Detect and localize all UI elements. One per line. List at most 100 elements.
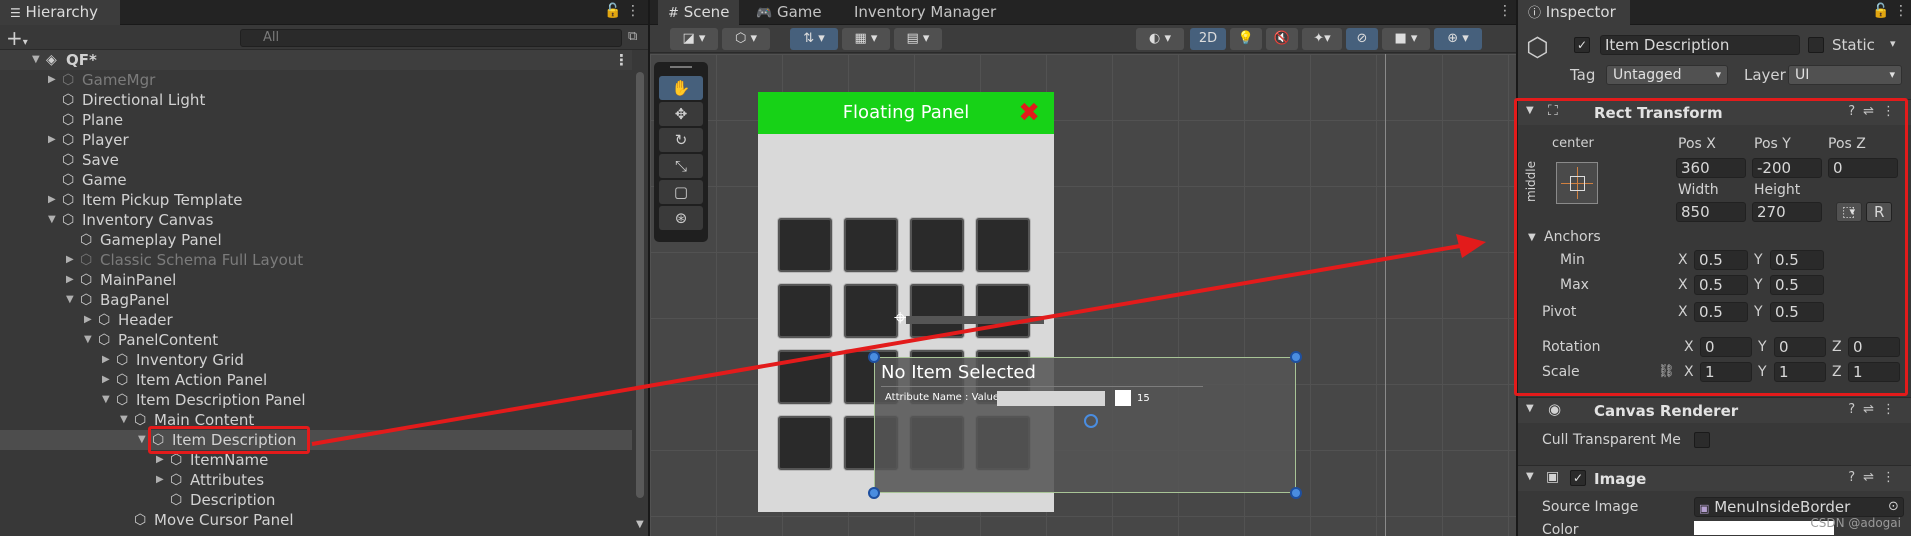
hierarchy-item[interactable]: ▼ ⬡ Item Description xyxy=(0,430,632,450)
hierarchy-item[interactable]: ▶ ⬡ Item Pickup Template xyxy=(0,190,632,210)
scale-z-field[interactable]: 1 xyxy=(1848,362,1900,382)
inventory-slot[interactable] xyxy=(778,350,832,404)
hierarchy-item[interactable]: ▶ ⬡ ItemName xyxy=(0,450,632,470)
lock-icon[interactable]: 🔓 xyxy=(604,3,621,19)
kebab-menu-icon[interactable]: ⋮ xyxy=(614,50,629,70)
inventory-slot[interactable] xyxy=(910,284,964,338)
static-checkbox[interactable] xyxy=(1808,37,1824,53)
help-icon[interactable]: ? xyxy=(1848,104,1863,119)
hierarchy-item[interactable]: ⬡ Game xyxy=(0,170,632,190)
tab-inventory-manager[interactable]: Inventory Manager xyxy=(844,0,1006,25)
move-tool-button[interactable]: ✥ xyxy=(659,102,703,126)
tab-hierarchy[interactable]: ☰ Hierarchy xyxy=(0,0,120,25)
lock-icon[interactable]: 🔓 xyxy=(1872,3,1889,19)
hierarchy-item[interactable]: ⬡ Plane xyxy=(0,110,632,130)
rect-tool-button[interactable]: ▢ xyxy=(659,180,703,204)
inventory-slot[interactable] xyxy=(976,284,1030,338)
inventory-slot[interactable] xyxy=(910,218,964,272)
pivot-gizmo-icon[interactable]: ⌖ xyxy=(894,306,906,331)
increment-snap-dropdown[interactable]: ▤ ▾ xyxy=(894,28,942,50)
rot-y-field[interactable]: 0 xyxy=(1774,337,1826,357)
component-actions[interactable]: ?⇌⋮ xyxy=(1848,104,1903,119)
scale-y-field[interactable]: 1 xyxy=(1774,362,1826,382)
min-x-field[interactable]: 0.5 xyxy=(1694,250,1748,270)
hierarchy-item[interactable]: ▶ ⬡ Item Action Panel xyxy=(0,370,632,390)
pos-x-field[interactable]: 360 xyxy=(1676,158,1746,178)
pivot-y-field[interactable]: 0.5 xyxy=(1770,302,1824,322)
gizmos-dropdown[interactable]: ⊕ ▾ xyxy=(1434,28,1482,50)
tag-dropdown[interactable]: Untagged xyxy=(1606,65,1728,85)
transform-tool-button[interactable]: ⊛ xyxy=(659,206,703,230)
pivot-handle[interactable] xyxy=(1084,414,1098,428)
grid-snap-dropdown[interactable]: ▦ ▾ xyxy=(842,28,890,50)
render-mode-dropdown[interactable]: ⬡ ▾ xyxy=(722,28,770,50)
scale-x-field[interactable]: 1 xyxy=(1700,362,1752,382)
help-icon[interactable]: ? xyxy=(1848,402,1863,417)
max-y-field[interactable]: 0.5 xyxy=(1770,275,1824,295)
kebab-menu-icon[interactable]: ⋮ xyxy=(1882,104,1903,119)
expanded-arrow-icon[interactable]: ▼ xyxy=(102,390,110,410)
inventory-slot[interactable] xyxy=(844,284,898,338)
collapsed-arrow-icon[interactable]: ▶ xyxy=(66,270,74,290)
hierarchy-search-input[interactable]: All xyxy=(240,29,622,47)
hierarchy-scrollbar[interactable] xyxy=(636,72,644,498)
hierarchy-item[interactable]: ⬡ Move Cursor Panel xyxy=(0,510,632,530)
kebab-menu-icon[interactable]: ⋮ xyxy=(1894,3,1908,19)
collapsed-arrow-icon[interactable]: ▶ xyxy=(48,70,56,90)
rect-handle-bottom-right[interactable] xyxy=(1290,487,1302,499)
object-picker-icon[interactable]: ⊙ xyxy=(1888,499,1899,514)
preset-icon[interactable]: ⇌ xyxy=(1863,402,1882,417)
source-image-field[interactable]: ▣ MenuInsideBorder xyxy=(1694,497,1904,517)
scroll-down-icon[interactable]: ▼ xyxy=(636,519,644,530)
preset-icon[interactable]: ⇌ xyxy=(1863,470,1882,485)
inventory-slot[interactable] xyxy=(778,284,832,338)
expanded-arrow-icon[interactable]: ▼ xyxy=(66,290,74,310)
hierarchy-item[interactable]: ▶ ⬡ Attributes xyxy=(0,470,632,490)
blueprint-mode-button[interactable]: ⬚ xyxy=(1836,202,1862,222)
anchor-presets-button[interactable] xyxy=(1556,162,1598,204)
hierarchy-item[interactable]: ▼ ⬡ Item Description Panel xyxy=(0,390,632,410)
tab-scene[interactable]: # Scene xyxy=(658,0,740,25)
collapsed-arrow-icon[interactable]: ▶ xyxy=(48,130,56,150)
foldout-arrow-icon[interactable]: ▼ xyxy=(1526,403,1534,414)
tab-game[interactable]: 🎮 Game xyxy=(746,0,832,25)
rot-x-field[interactable]: 0 xyxy=(1700,337,1752,357)
collapsed-arrow-icon[interactable]: ▶ xyxy=(156,450,164,470)
2d-mode-toggle[interactable]: 2D xyxy=(1190,28,1226,50)
collapsed-arrow-icon[interactable]: ▶ xyxy=(102,370,110,390)
draw-mode-dropdown[interactable]: ◪ ▾ xyxy=(670,28,718,50)
canvas-renderer-header[interactable]: ▼ ◉ Canvas Renderer ?⇌⋮ xyxy=(1518,397,1911,423)
expanded-arrow-icon[interactable]: ▼ xyxy=(138,430,146,450)
tab-inspector[interactable]: ⓘ Inspector xyxy=(1518,0,1630,25)
hierarchy-item[interactable]: ▶ ⬡ MainPanel xyxy=(0,270,632,290)
hierarchy-item[interactable]: ▶ ⬡ GameMgr xyxy=(0,70,632,90)
hierarchy-item[interactable]: ⬡ Directional Light xyxy=(0,90,632,110)
lighting-toggle[interactable]: 💡 xyxy=(1230,28,1262,50)
hierarchy-item[interactable]: ▶ ⬡ Classic Schema Full Layout xyxy=(0,250,632,270)
inventory-slot[interactable] xyxy=(844,218,898,272)
hierarchy-item[interactable]: ▼ ◈ QF* ⋮ xyxy=(0,50,632,70)
rect-handle-bottom-left[interactable] xyxy=(868,487,880,499)
hierarchy-item[interactable]: ▼ ⬡ Inventory Canvas xyxy=(0,210,632,230)
pos-y-field[interactable]: -200 xyxy=(1752,158,1822,178)
expanded-arrow-icon[interactable]: ▼ xyxy=(32,50,40,70)
rotate-tool-button[interactable]: ↻ xyxy=(659,128,703,152)
snap-toggle[interactable]: ⇅ ▾ xyxy=(790,28,838,50)
raw-edit-button[interactable]: R xyxy=(1866,202,1892,222)
rect-handle-top-left[interactable] xyxy=(868,351,880,363)
inventory-slot[interactable] xyxy=(976,218,1030,272)
search-options-icon[interactable]: ⧉ xyxy=(628,29,637,44)
component-actions[interactable]: ?⇌⋮ xyxy=(1848,470,1903,485)
anchors-foldout-icon[interactable]: ▼ xyxy=(1528,232,1536,243)
add-object-button[interactable]: +▾ xyxy=(6,26,28,50)
scale-tool-button[interactable]: ⤡ xyxy=(659,154,703,178)
layer-dropdown[interactable]: UI xyxy=(1788,65,1902,85)
hand-tool-button[interactable]: ✋ xyxy=(659,76,703,100)
hierarchy-item[interactable]: ⬡ Save xyxy=(0,150,632,170)
audio-toggle[interactable]: 🔇 xyxy=(1266,28,1298,50)
expanded-arrow-icon[interactable]: ▼ xyxy=(84,330,92,350)
hierarchy-item[interactable]: ▼ ⬡ PanelContent xyxy=(0,330,632,350)
pos-z-field[interactable]: 0 xyxy=(1828,158,1898,178)
expanded-arrow-icon[interactable]: ▼ xyxy=(48,210,56,230)
visibility-toggle[interactable]: ⊘ xyxy=(1346,28,1378,50)
